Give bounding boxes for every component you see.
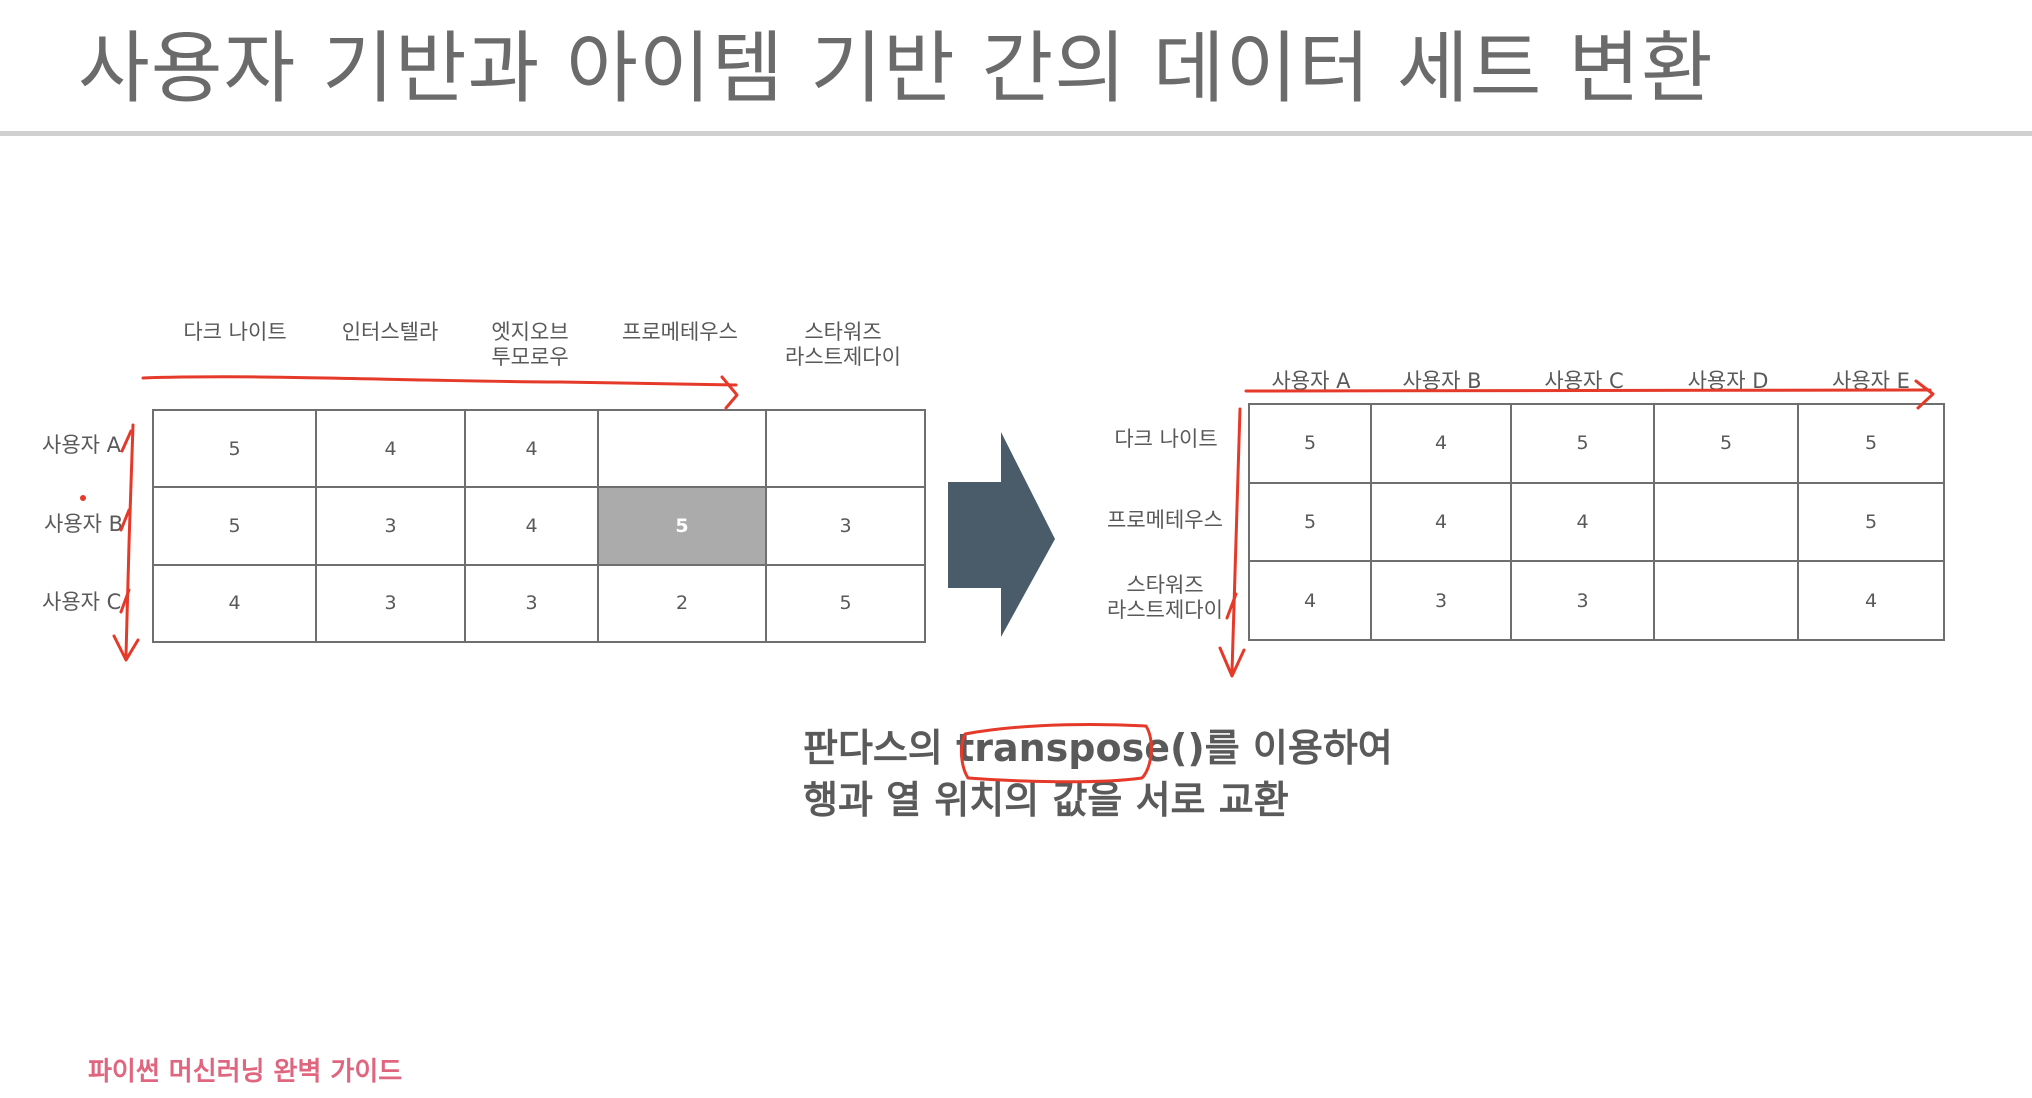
- left-col-header: 엣지오브 투모로우: [491, 320, 569, 369]
- rating-cell: 5: [1248, 481, 1372, 563]
- rating-cell: [1653, 481, 1799, 563]
- rating-cell: [597, 408, 767, 489]
- rating-cell: 3: [765, 486, 926, 566]
- table-row: 5 3 4 5 3: [152, 486, 926, 566]
- rating-cell: [1653, 560, 1799, 641]
- rating-cell: 5: [1248, 403, 1372, 484]
- item-based-table: 5 4 5 5 5 5 4 4 5 4 3 3 4: [1248, 403, 1945, 641]
- rating-cell: 5: [152, 486, 317, 566]
- left-col-header: 스타워즈 라스트제다이: [785, 320, 901, 369]
- annotation-arrowhead: [112, 634, 140, 662]
- slide-title: 사용자 기반과 아이템 기반 간의 데이터 세트 변환: [78, 24, 1714, 114]
- left-row-label: 사용자 A: [42, 433, 122, 457]
- rating-cell: 3: [1370, 560, 1512, 641]
- right-col-header: 사용자 C: [1544, 369, 1624, 393]
- rating-cell: 3: [1510, 560, 1655, 641]
- left-col-header: 인터스텔라: [341, 320, 439, 344]
- rating-cell: 3: [315, 563, 466, 644]
- user-based-table: 5 4 4 5 3 4 5 3 4 3 3 2 5: [152, 408, 926, 644]
- right-row-label: 다크 나이트: [1114, 427, 1218, 451]
- rating-cell: [765, 408, 926, 489]
- rating-cell: 4: [1797, 560, 1945, 641]
- rating-cell: 4: [152, 563, 317, 644]
- transform-arrow-icon: [948, 432, 1055, 637]
- right-row-label: 프로메테우스: [1107, 508, 1223, 532]
- caption-suffix: 를 이용하여: [1204, 726, 1393, 770]
- annotation-tick: [120, 429, 133, 453]
- rating-cell: 5: [1510, 403, 1655, 484]
- caption-line-2: 행과 열 위치의 값을 서로 교환: [803, 778, 1289, 822]
- left-row-label: 사용자 B: [44, 512, 124, 536]
- rating-cell: 5: [765, 563, 926, 644]
- transpose-code: transpose(): [956, 726, 1205, 770]
- rating-cell: 5: [152, 408, 317, 489]
- annotation-arrowhead: [720, 375, 739, 410]
- table-row: 5 4 4 5: [1248, 481, 1945, 563]
- table-row: 5 4 5 5 5: [1248, 403, 1945, 484]
- rating-cell: 3: [315, 486, 466, 566]
- annotation-arrowhead: [1218, 646, 1246, 678]
- rating-cell: 5: [1797, 403, 1945, 484]
- rating-cell: 4: [1370, 481, 1512, 563]
- rating-cell: 4: [464, 408, 599, 489]
- rating-cell: 4: [1248, 560, 1372, 641]
- left-row-label: 사용자 C: [42, 590, 122, 614]
- annotation-arrow-horizontal: [141, 375, 738, 387]
- caption-line-1: 판다스의 transpose()를 이용하여: [803, 722, 1393, 774]
- rating-cell: 3: [464, 563, 599, 644]
- annotation-arrow-vertical: [1230, 407, 1242, 674]
- table-row: 4 3 3 4: [1248, 560, 1945, 641]
- rating-cell: 4: [1510, 481, 1655, 563]
- rating-cell: 5: [1653, 403, 1799, 484]
- annotation-dot: [80, 495, 86, 501]
- highlighted-rating-cell: 5: [597, 486, 767, 566]
- left-col-header: 다크 나이트: [183, 320, 287, 344]
- table-row: 4 3 3 2 5: [152, 563, 926, 644]
- rating-cell: 4: [464, 486, 599, 566]
- right-col-header: 사용자 B: [1402, 369, 1482, 393]
- rating-cell: 5: [1797, 481, 1945, 563]
- right-col-header: 사용자 E: [1832, 369, 1910, 393]
- left-col-header: 프로메테우스: [622, 320, 738, 344]
- footer-book-title: 파이썬 머신러닝 완벽 가이드: [88, 1057, 403, 1087]
- rating-cell: 4: [1370, 403, 1512, 484]
- table-row: 5 4 4: [152, 408, 926, 489]
- right-row-label: 스타워즈 라스트제다이: [1107, 573, 1223, 622]
- right-col-header: 사용자 D: [1687, 369, 1769, 393]
- rating-cell: 2: [597, 563, 767, 644]
- right-col-header: 사용자 A: [1271, 369, 1351, 393]
- rating-cell: 4: [315, 408, 466, 489]
- annotation-tick: [119, 588, 131, 614]
- transpose-caption: 판다스의 transpose()를 이용하여 행과 열 위치의 값을 서로 교환: [803, 722, 1393, 826]
- caption-prefix: 판다스의: [803, 726, 957, 770]
- title-divider: [0, 131, 2032, 136]
- annotation-arrow-vertical: [124, 423, 135, 657]
